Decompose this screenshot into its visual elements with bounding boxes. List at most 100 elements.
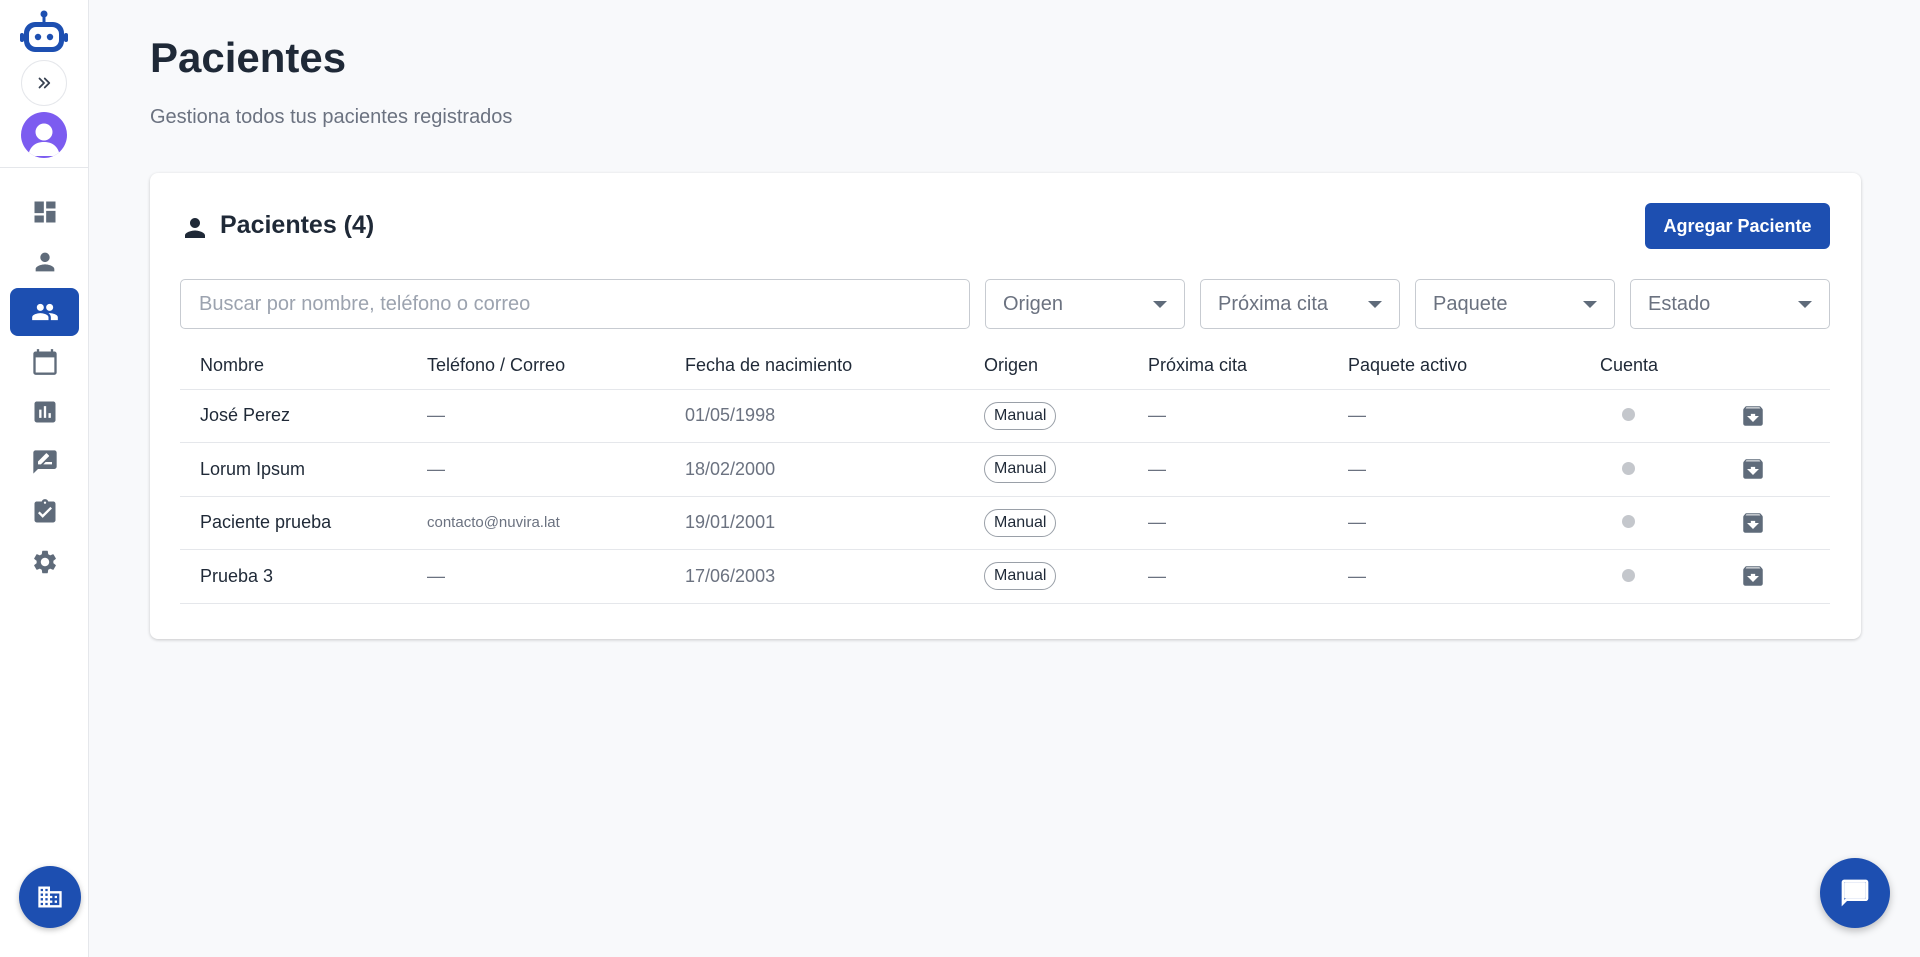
assignment-check-icon [34,499,55,523]
sidebar-item-notes[interactable] [10,438,79,486]
sidebar-divider [0,167,89,168]
account-status-dot [1622,568,1635,582]
sidebar [0,0,89,957]
calendar-icon [32,349,57,375]
sidebar-item-profile[interactable] [10,238,79,286]
patient-active-package: — [1348,549,1600,604]
patient-origin-cell: Manual [984,549,1148,604]
patient-name[interactable]: José Perez [180,389,427,443]
account-status-dot [1622,461,1635,475]
account-status-cell [1600,496,1740,550]
patient-birthdate: 18/02/2000 [685,442,984,497]
column-header-proxima-cita[interactable]: Próxima cita [1148,351,1348,390]
archive-icon[interactable] [1740,563,1766,589]
caret-down-icon [1368,301,1382,308]
user-avatar[interactable] [21,112,67,158]
page-subtitle: Gestiona todos tus pacientes registrados [150,106,513,128]
account-status-cell [1600,549,1740,604]
sidebar-item-calendar[interactable] [10,338,79,386]
estado-select[interactable]: Estado [1630,279,1830,329]
account-status-cell [1600,389,1740,443]
expand-sidebar-button[interactable] [21,60,67,106]
patient-birthdate: 19/01/2001 [685,496,984,550]
chat-button[interactable] [1820,858,1890,928]
actions-cell [1740,496,1830,550]
column-header-cuenta[interactable]: Cuenta [1600,351,1740,390]
column-header-actions [1740,351,1830,390]
patient-next-appointment: — [1148,549,1348,604]
double-chevron-right-icon [38,77,51,89]
archive-icon[interactable] [1740,510,1766,536]
sidebar-item-tasks[interactable] [10,488,79,536]
origen-select[interactable]: Origen [985,279,1185,329]
account-status-cell [1600,442,1740,497]
column-header-origen[interactable]: Origen [984,351,1148,390]
archive-icon[interactable] [1740,456,1766,482]
caret-down-icon [1583,301,1597,308]
table-row[interactable]: Prueba 3 — 17/06/2003 Manual — — [180,549,1830,604]
origin-chip: Manual [984,455,1057,484]
card-title: Pacientes (4) [220,211,375,239]
patients-table: Nombre Teléfono / Correo Fecha de nacimi… [180,351,1830,604]
sidebar-item-reports[interactable] [10,388,79,436]
patient-origin-cell: Manual [984,389,1148,443]
archive-icon[interactable] [1740,403,1766,429]
filters-bar: Buscar por nombre, teléfono o correo Ori… [180,279,1830,329]
person-icon [185,218,205,238]
patient-contact: — [427,442,685,497]
table-row[interactable]: Lorum Ipsum — 18/02/2000 Manual — — [180,442,1830,497]
add-patient-button[interactable]: Agregar Paciente [1645,203,1830,249]
table-row[interactable]: José Perez — 01/05/1998 Manual — — [180,389,1830,443]
actions-cell [1740,442,1830,497]
patient-contact: — [427,389,685,443]
column-header-fecha[interactable]: Fecha de nacimiento [685,351,984,390]
sidebar-item-settings[interactable] [10,538,79,586]
patient-origin-cell: Manual [984,496,1148,550]
column-header-contacto[interactable]: Teléfono / Correo [427,351,685,390]
rate-review-icon [32,450,57,474]
account-status-dot [1622,515,1635,529]
page-title: Pacientes [150,34,347,81]
patient-name[interactable]: Paciente prueba [180,496,427,550]
building-icon [38,886,62,908]
sidebar-item-dashboard[interactable] [10,188,79,236]
proxima-cita-select[interactable]: Próxima cita [1200,279,1400,329]
caret-down-icon [1153,301,1167,308]
patient-origin-cell: Manual [984,442,1148,497]
estado-select-label: Estado [1648,292,1711,315]
patients-card: Pacientes (4) Agregar Paciente Buscar po… [150,173,1861,639]
column-header-nombre[interactable]: Nombre [180,351,427,390]
sidebar-nav [10,188,79,588]
search-input[interactable]: Buscar por nombre, teléfono o correo [180,279,970,329]
patient-active-package: — [1348,389,1600,443]
origin-chip: Manual [984,401,1057,430]
column-header-paquete[interactable]: Paquete activo [1348,351,1600,390]
analytics-icon [34,401,55,423]
origin-chip: Manual [984,562,1057,591]
sidebar-item-patients[interactable] [10,288,79,336]
person-icon [35,252,54,272]
proxima-cita-select-label: Próxima cita [1218,292,1329,315]
avatar-person-icon [28,123,60,156]
origen-select-label: Origen [1003,292,1064,315]
origin-chip: Manual [984,508,1057,537]
patient-next-appointment: — [1148,496,1348,550]
patient-name[interactable]: Prueba 3 [180,549,427,604]
patient-name[interactable]: Lorum Ipsum [180,442,427,497]
patient-contact: — [427,549,685,604]
patient-next-appointment: — [1148,442,1348,497]
robot-logo-icon[interactable] [20,9,68,55]
organization-button[interactable] [19,866,81,928]
chat-icon [1841,879,1869,907]
patient-birthdate: 17/06/2003 [685,549,984,604]
caret-down-icon [1798,301,1812,308]
paquete-select[interactable]: Paquete [1415,279,1615,329]
dashboard-icon [34,201,55,223]
actions-cell [1740,549,1830,604]
gear-icon [33,550,56,574]
patient-active-package: — [1348,442,1600,497]
patient-active-package: — [1348,496,1600,550]
paquete-select-label: Paquete [1433,292,1508,315]
table-row[interactable]: Paciente prueba contacto@nuvira.lat 19/0… [180,496,1830,550]
people-icon [31,303,58,321]
